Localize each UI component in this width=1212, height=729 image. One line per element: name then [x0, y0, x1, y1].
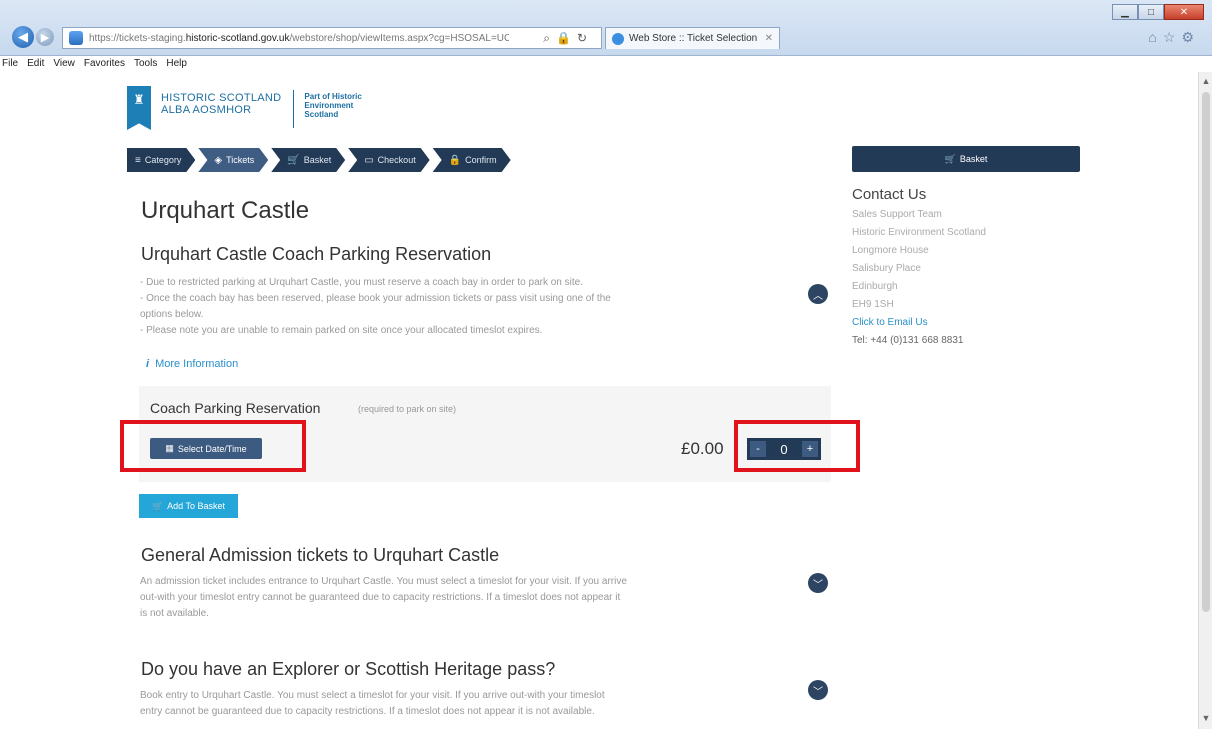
scroll-up-icon[interactable]: ▲: [1199, 76, 1212, 90]
search-icon[interactable]: ⌕: [543, 31, 556, 45]
step-basket[interactable]: 🛒 Basket: [271, 148, 345, 172]
expand-explorer-pass-button[interactable]: ﹀: [808, 680, 828, 700]
chevron-up-icon: ︿: [813, 290, 823, 302]
step-tickets[interactable]: ◈ Tickets: [198, 148, 268, 172]
lock-icon[interactable]: 🔒: [556, 31, 577, 45]
add-to-basket-button[interactable]: 🛒 Add To Basket: [139, 494, 238, 518]
favorites-star-icon[interactable]: ☆: [1163, 29, 1182, 45]
contact-telephone: Tel: +44 (0)131 668 8831: [852, 335, 964, 346]
address-bar-icons: ⌕🔒↻: [543, 31, 593, 46]
explorer-pass-description: Book entry to Urquhart Castle. You must …: [140, 690, 605, 717]
step-confirm[interactable]: 🔒 Confirm: [433, 148, 511, 172]
product-note: (required to park on site): [358, 404, 457, 414]
url-text[interactable]: https://tickets-staging.historic-scotlan…: [89, 33, 509, 44]
product-price: £0.00: [681, 439, 724, 458]
home-icon[interactable]: ⌂: [1148, 29, 1162, 45]
checkout-steps: ≡ Category ◈ Tickets 🛒 Basket ▭ Checkout 🔒 Co…: [127, 148, 514, 172]
info-icon: i: [146, 358, 150, 370]
close-window-button[interactable]: ✕: [1164, 4, 1204, 20]
menu-tools[interactable]: Tools: [134, 58, 157, 69]
page-title: Urquhart Castle: [141, 197, 310, 224]
credit-card-icon: ▭: [364, 154, 374, 166]
logo-text: HISTORIC SCOTLAND ALBA AOSMHOR: [161, 92, 282, 116]
menu-edit[interactable]: Edit: [27, 58, 44, 69]
menu-help[interactable]: Help: [166, 58, 187, 69]
forward-button[interactable]: ▶: [36, 28, 54, 46]
general-admission-title: General Admission tickets to Urquhart Ca…: [141, 545, 500, 565]
menu-file[interactable]: File: [2, 58, 18, 69]
arrow-left-icon: ◀: [18, 29, 28, 44]
arrow-right-icon: ▶: [40, 31, 50, 44]
site-favicon-icon: [69, 31, 83, 45]
menu-favorites[interactable]: Favorites: [84, 58, 125, 69]
explorer-pass-title: Do you have an Explorer or Scottish Heri…: [141, 659, 556, 679]
window-controls: ▁ □ ✕: [1112, 4, 1204, 20]
close-tab-icon[interactable]: ✕: [765, 33, 773, 44]
menu-view[interactable]: View: [53, 58, 75, 69]
scroll-down-icon[interactable]: ▼: [1199, 713, 1212, 727]
more-information-link[interactable]: i More Information: [146, 358, 238, 370]
menu-lines-icon: ≡: [135, 154, 141, 166]
address-bar[interactable]: https://tickets-staging.historic-scotlan…: [62, 27, 602, 49]
chevron-down-icon: ﹀: [813, 579, 823, 591]
sidebar-basket-button[interactable]: 🛒 Basket: [852, 146, 1080, 172]
coach-description: - Due to restricted parking at Urquhart …: [140, 277, 611, 336]
logo-divider: [293, 90, 295, 128]
contact-details: Sales Support Team Historic Environment …: [852, 206, 986, 350]
cart-icon: 🛒: [151, 500, 164, 511]
general-admission-description: An admission ticket includes entrance to…: [140, 576, 627, 619]
back-button[interactable]: ◀: [12, 26, 34, 48]
product-name: Coach Parking Reservation: [150, 400, 321, 416]
maximize-button[interactable]: □: [1138, 4, 1164, 20]
browser-tab[interactable]: Web Store :: Ticket Selection ✕: [605, 27, 780, 49]
cart-icon: 🛒: [944, 153, 956, 164]
step-category[interactable]: ≡ Category: [127, 148, 195, 172]
tab-favicon-icon: [612, 32, 624, 45]
logo-subtext: Part of Historic Environment Scotland: [304, 92, 362, 119]
tag-icon: ◈: [214, 154, 223, 166]
contact-us-heading: Contact Us: [852, 186, 927, 203]
settings-gear-icon[interactable]: ⚙: [1181, 29, 1200, 45]
coach-section-title: Urquhart Castle Coach Parking Reservatio…: [141, 244, 492, 264]
browser-toolbar-icons: ⌂☆⚙: [1148, 29, 1200, 46]
browser-titlebar: ◀ ▶ https://tickets-staging.historic-sco…: [0, 0, 1212, 56]
minimize-button[interactable]: ▁: [1112, 4, 1138, 20]
highlight-box-select-date: [120, 420, 306, 472]
cart-icon: 🛒: [287, 154, 300, 166]
lock-icon: 🔒: [448, 154, 462, 166]
refresh-icon[interactable]: ↻: [577, 31, 593, 45]
vertical-scrollbar[interactable]: ▲ ▼: [1198, 72, 1212, 729]
tab-title: Web Store :: Ticket Selection: [629, 33, 758, 44]
expand-general-admission-button[interactable]: ﹀: [808, 573, 828, 593]
scroll-thumb[interactable]: [1202, 92, 1210, 612]
highlight-box-quantity: [734, 420, 860, 472]
chevron-down-icon: ﹀: [813, 686, 823, 698]
menu-bar: File Edit View Favorites Tools Help: [0, 56, 1212, 70]
step-checkout[interactable]: ▭ Checkout: [348, 148, 429, 172]
historic-scotland-logo-icon: ♜: [127, 86, 151, 130]
site-logo[interactable]: ♜ HISTORIC SCOTLAND ALBA AOSMHOR Part of…: [127, 86, 362, 130]
email-us-link[interactable]: Click to Email Us: [852, 314, 986, 332]
collapse-coach-button[interactable]: ︿: [808, 284, 828, 304]
